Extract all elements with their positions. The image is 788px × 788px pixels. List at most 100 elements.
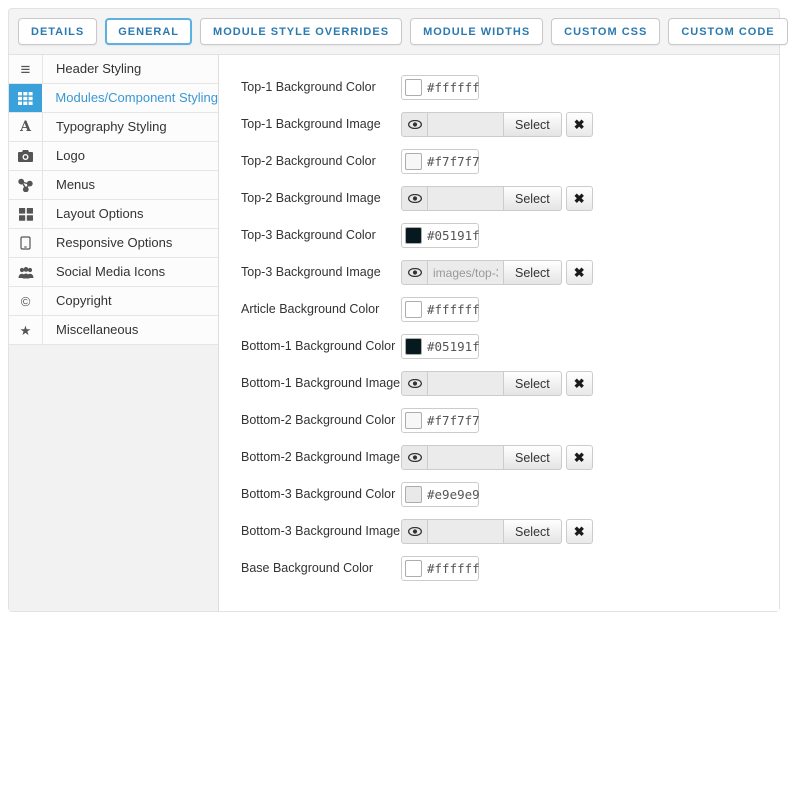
color-hex-value: #05191f [422,339,480,354]
sidebar-item-modules-component-styling[interactable]: Modules/Component Styling [9,84,218,113]
select-button[interactable]: Select [504,186,562,211]
media-field: Select ✖ [401,260,593,285]
clear-icon: ✖ [574,117,585,133]
menu-lines-icon: ≡ [21,61,31,78]
form-row-bottom-2-background-color: Bottom-2 Background Color #f7f7f7 [241,408,779,433]
field-label: Top-2 Background Color [241,149,401,168]
clear-button[interactable]: ✖ [566,445,593,470]
color-hex-value: #f7f7f7 [422,154,480,169]
preview-button[interactable] [401,112,428,137]
color-swatch [405,338,422,355]
media-field: Select ✖ [401,445,593,470]
sidebar-item-social-media-icons[interactable]: Social Media Icons [9,258,218,287]
color-hex-value: #ffffff [422,80,480,95]
tab-details[interactable]: DETAILS [18,18,97,45]
color-hex-value: #ffffff [422,561,480,576]
mobile-icon [20,236,31,250]
media-field: Select ✖ [401,112,593,137]
field-label: Article Background Color [241,297,401,316]
form-row-top-1-background-image: Top-1 Background Image Select ✖ [241,112,779,137]
sidebar-item-header-styling[interactable]: ≡ Header Styling [9,55,218,84]
color-hex-value: #e9e9e9 [422,487,480,502]
color-input[interactable]: #f7f7f7 [401,149,479,174]
preview-button[interactable] [401,519,428,544]
sidebar-item-label: Layout Options [43,200,218,228]
sidebar-item-miscellaneous[interactable]: ★ Miscellaneous [9,316,218,345]
settings-form: Top-1 Background Color #ffffff Top-1 Bac… [219,55,779,611]
sidebar-item-label: Logo [43,142,218,170]
color-input[interactable]: #e9e9e9 [401,482,479,507]
form-row-top-3-background-image: Top-3 Background Image Select ✖ [241,260,779,285]
preview-button[interactable] [401,445,428,470]
tab-module-style-overrides[interactable]: MODULE STYLE OVERRIDES [200,18,402,45]
form-row-base-background-color: Base Background Color #ffffff [241,556,779,581]
eye-icon [408,453,422,462]
media-field: Select ✖ [401,186,593,211]
color-input[interactable]: #05191f [401,334,479,359]
select-button[interactable]: Select [504,445,562,470]
sidebar-item-typography-styling[interactable]: A Typography Styling [9,113,218,142]
copyright-icon: © [21,295,31,308]
sidebar-item-copyright[interactable]: © Copyright [9,287,218,316]
select-button[interactable]: Select [504,519,562,544]
field-label: Top-3 Background Image [241,260,401,279]
color-hex-value: #ffffff [422,302,480,317]
media-path-input[interactable] [428,186,504,211]
sidebar-item-label: Menus [43,171,218,199]
clear-button[interactable]: ✖ [566,186,593,211]
share-nodes-icon [18,178,33,192]
typography-icon: A [20,120,31,134]
field-label: Bottom-3 Background Color [241,482,401,501]
sidebar-item-label: Copyright [43,287,218,315]
form-row-top-2-background-color: Top-2 Background Color #f7f7f7 [241,149,779,174]
select-button[interactable]: Select [504,112,562,137]
tab-module-widths[interactable]: MODULE WIDTHS [410,18,543,45]
eye-icon [408,268,422,277]
sidebar-item-responsive-options[interactable]: Responsive Options [9,229,218,258]
media-path-input[interactable] [428,260,504,285]
preview-button[interactable] [401,260,428,285]
preview-button[interactable] [401,186,428,211]
color-input[interactable]: #ffffff [401,297,479,322]
clear-button[interactable]: ✖ [566,260,593,285]
clear-icon: ✖ [574,450,585,466]
color-swatch [405,153,422,170]
tab-custom-code[interactable]: CUSTOM CODE [668,18,787,45]
color-swatch [405,486,422,503]
field-label: Base Background Color [241,556,401,575]
color-input[interactable]: #ffffff [401,75,479,100]
color-swatch [405,301,422,318]
color-swatch [405,79,422,96]
form-row-article-background-color: Article Background Color #ffffff [241,297,779,322]
select-button[interactable]: Select [504,260,562,285]
sidebar-item-menus[interactable]: Menus [9,171,218,200]
color-input[interactable]: #05191f [401,223,479,248]
media-field: Select ✖ [401,371,593,396]
sidebar-item-layout-options[interactable]: Layout Options [9,200,218,229]
sidebar-item-label: Header Styling [43,55,218,83]
sidebar-item-label: Responsive Options [43,229,218,257]
clear-button[interactable]: ✖ [566,112,593,137]
preview-button[interactable] [401,371,428,396]
color-input[interactable]: #ffffff [401,556,479,581]
select-button[interactable]: Select [504,371,562,396]
field-label: Bottom-1 Background Image [241,371,401,390]
field-label: Top-1 Background Image [241,112,401,131]
media-path-input[interactable] [428,371,504,396]
camera-icon [18,150,33,163]
tab-custom-css[interactable]: CUSTOM CSS [551,18,660,45]
sidebar-filler [9,345,218,611]
field-label: Bottom-1 Background Color [241,334,401,353]
settings-panel: ≡ Header Styling Modules/Component Styli… [8,55,780,612]
clear-icon: ✖ [574,376,585,392]
sidebar-item-logo[interactable]: Logo [9,142,218,171]
sidebar-item-label: Social Media Icons [43,258,218,286]
media-path-input[interactable] [428,112,504,137]
tab-general[interactable]: GENERAL [105,18,192,45]
clear-button[interactable]: ✖ [566,519,593,544]
media-path-input[interactable] [428,519,504,544]
media-path-input[interactable] [428,445,504,470]
color-input[interactable]: #f7f7f7 [401,408,479,433]
clear-button[interactable]: ✖ [566,371,593,396]
color-hex-value: #05191f [422,228,480,243]
